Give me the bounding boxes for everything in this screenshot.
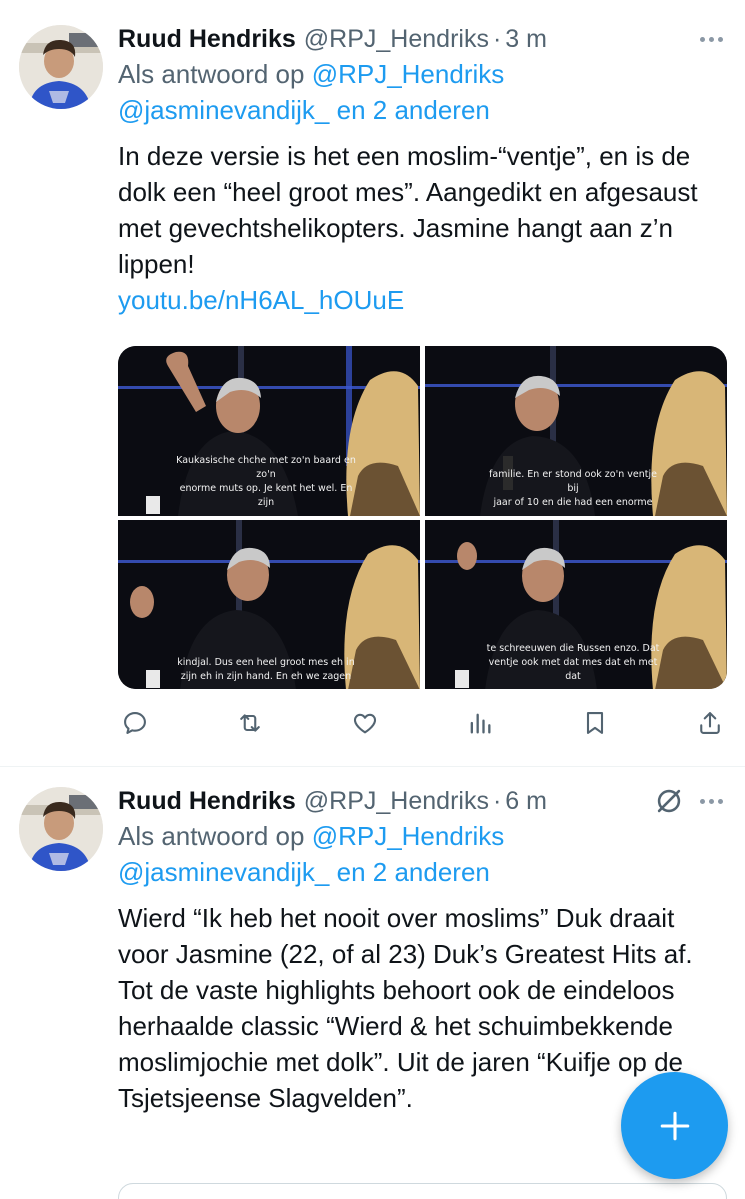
- views-icon: [470, 713, 491, 734]
- reply-prefix: Als antwoord op: [118, 59, 305, 89]
- avatar-image: [19, 787, 103, 871]
- embedded-card-edge: [118, 1183, 727, 1199]
- media-grid[interactable]: Kaukasische chche met zo'n baard en zo'n…: [118, 346, 727, 689]
- reply-target-link[interactable]: @RPJ_Hendriks: [312, 821, 505, 851]
- video-subtitle: Kaukasische chche met zo'n baard en zo'n…: [176, 454, 356, 510]
- grok-icon[interactable]: [652, 784, 686, 818]
- tweet-text: In deze versie is het een moslim-“ventje…: [118, 141, 698, 279]
- subtitle-line: Kaukasische chche met zo'n baard en zo'n: [176, 455, 356, 480]
- bookmark-icon: [586, 712, 604, 734]
- avatar-image: [19, 25, 103, 109]
- reply-prefix: Als antwoord op: [118, 821, 305, 851]
- tweet[interactable]: Ruud Hendriks @RPJ_Hendriks · 3 m Als an…: [0, 0, 745, 767]
- reply-target-link[interactable]: @RPJ_Hendriks: [312, 59, 505, 89]
- tweet-content: Ruud Hendriks @RPJ_Hendriks · 6 m Als an…: [118, 784, 723, 1116]
- bookmark-button[interactable]: [578, 706, 612, 740]
- reply-icon: [124, 712, 146, 734]
- avatar[interactable]: [19, 25, 103, 109]
- subtitle-line: enorme muts op. Je kent het wel. En zijn: [179, 483, 353, 508]
- timestamp[interactable]: 6 m: [505, 787, 547, 816]
- author-handle[interactable]: @RPJ_Hendriks: [304, 25, 489, 54]
- like-icon: [353, 713, 377, 734]
- subtitle-line: te schreeuwen die Russen enzo. Dat: [486, 643, 660, 654]
- views-button[interactable]: [463, 706, 497, 740]
- retweet-button[interactable]: [233, 706, 267, 740]
- compose-button[interactable]: [621, 1072, 728, 1179]
- separator-dot: ·: [492, 786, 502, 815]
- media-image[interactable]: familie. En er stond ook zo'n ventje bij…: [425, 346, 727, 516]
- video-subtitle: kindjal. Dus een heel groot mes eh in zi…: [176, 656, 356, 684]
- more-options-icon[interactable]: [700, 791, 723, 811]
- tweet-actions: [118, 706, 727, 740]
- separator-dot: ·: [492, 24, 502, 53]
- avatar[interactable]: [19, 787, 103, 871]
- tweet-link[interactable]: youtu.be/nH6AL_hOUuE: [118, 282, 723, 318]
- tweet-header: Ruud Hendriks @RPJ_Hendriks · 3 m: [118, 22, 723, 56]
- reply-others-handle[interactable]: @jasminevandijk_: [118, 857, 329, 887]
- reply-others-handle[interactable]: @jasminevandijk_: [118, 95, 329, 125]
- subtitle-line: jaar of 10 en die had een enorme: [493, 497, 653, 508]
- subtitle-line: kindjal. Dus een heel groot mes eh in: [177, 657, 355, 668]
- share-icon: [700, 712, 720, 734]
- author-name[interactable]: Ruud Hendriks: [118, 787, 296, 816]
- plus-icon: [660, 1111, 689, 1140]
- reply-others[interactable]: @jasminevandijk_ en 2 anderen: [118, 92, 723, 128]
- reply-context: Als antwoord op @RPJ_Hendriks: [118, 56, 723, 92]
- more-options-icon[interactable]: [700, 29, 723, 49]
- reply-others[interactable]: @jasminevandijk_ en 2 anderen: [118, 854, 723, 890]
- reply-context: Als antwoord op @RPJ_Hendriks: [118, 818, 723, 854]
- tweet-text: Wierd “Ik heb het nooit over moslims” Du…: [118, 903, 693, 1113]
- subtitle-line: ventje ook met dat mes dat eh met dat: [488, 657, 658, 682]
- reply-button[interactable]: [118, 706, 152, 740]
- reply-others-suffix[interactable]: en 2 anderen: [337, 857, 490, 887]
- tweet-header: Ruud Hendriks @RPJ_Hendriks · 6 m: [118, 784, 723, 818]
- tweet-content: Ruud Hendriks @RPJ_Hendriks · 3 m Als an…: [118, 22, 723, 318]
- timestamp[interactable]: 3 m: [505, 25, 547, 54]
- video-subtitle: familie. En er stond ook zo'n ventje bij…: [483, 468, 663, 510]
- author-name[interactable]: Ruud Hendriks: [118, 25, 296, 54]
- like-button[interactable]: [348, 706, 382, 740]
- share-button[interactable]: [693, 706, 727, 740]
- retweet-icon: [240, 714, 260, 732]
- media-image[interactable]: te schreeuwen die Russen enzo. Dat ventj…: [425, 520, 727, 689]
- reply-others-suffix[interactable]: en 2 anderen: [337, 95, 490, 125]
- media-image[interactable]: Kaukasische chche met zo'n baard en zo'n…: [118, 346, 420, 516]
- subtitle-line: zijn eh in zijn hand. En eh we zagen: [180, 671, 352, 682]
- media-image[interactable]: kindjal. Dus een heel groot mes eh in zi…: [118, 520, 420, 689]
- video-subtitle: te schreeuwen die Russen enzo. Dat ventj…: [483, 642, 663, 684]
- author-handle[interactable]: @RPJ_Hendriks: [304, 787, 489, 816]
- subtitle-line: familie. En er stond ook zo'n ventje bij: [489, 469, 657, 494]
